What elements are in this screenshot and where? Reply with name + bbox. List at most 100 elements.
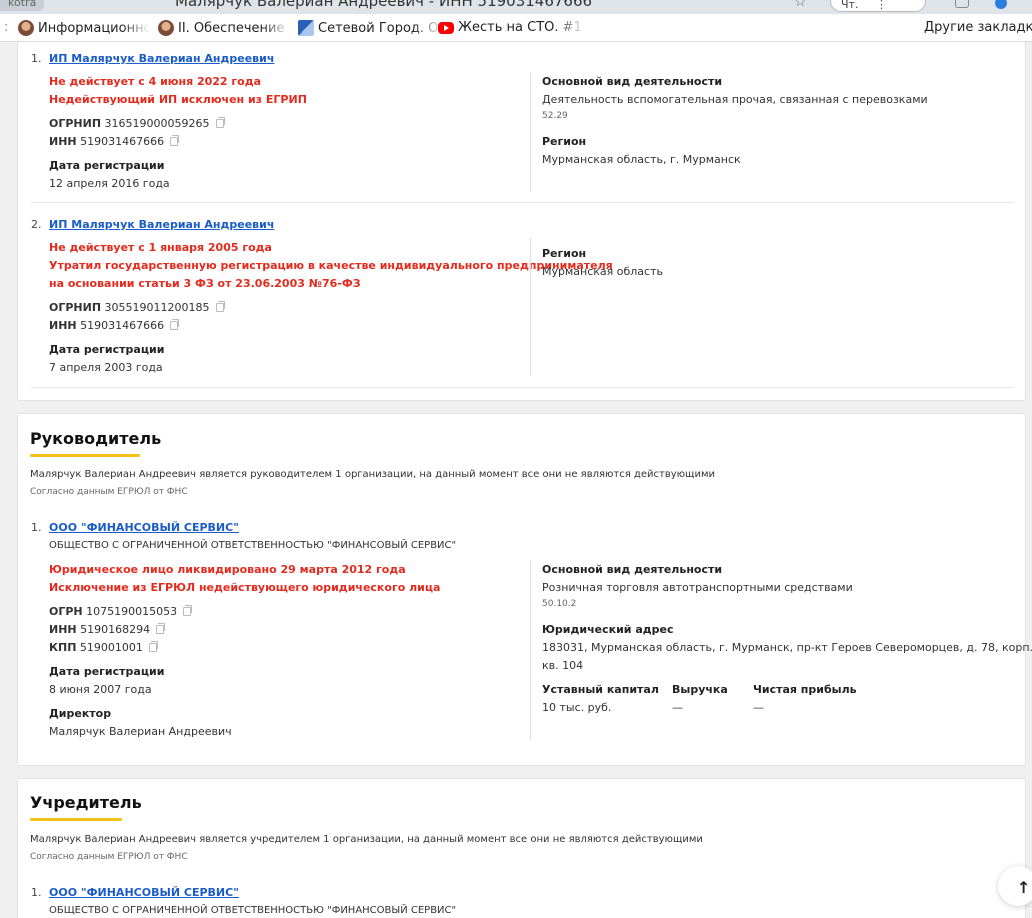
activity-value: Деятельность вспомогательная прочая, свя… [542,93,928,106]
copy-icon[interactable] [156,623,166,634]
bookmark-item-1[interactable]: Информационно [18,20,150,36]
ip-name-link[interactable]: ИП Малярчук Валериан Андреевич [49,52,274,65]
manager-card: Руководитель Малярчук Валериан Андреевич… [17,413,1032,766]
capital-label: Уставный капитал [542,683,659,696]
data-source: Согласно данным ЕГРЮЛ от ФНС [30,852,188,862]
ogrnip-label: ОГРНИП [49,301,102,314]
list-number: 1. [31,52,42,65]
founder-card: Учредитель Малярчук Валериан Андреевич я… [17,778,1026,918]
copy-icon[interactable] [170,135,180,146]
region-label: Регион [542,135,587,148]
bookmarks-bar: : Информационно II. Обеспечение ж Сетево… [0,14,1032,42]
profit-value: — [753,701,764,714]
inn-label: ИНН [49,135,77,148]
column-divider [530,72,531,192]
status-reason: Исключение из ЕГРЮЛ недействующего юриди… [49,581,441,594]
status-text: Юридическое лицо ликвидировано 29 марта … [49,563,406,576]
section-heading-founder: Учредитель [30,793,142,812]
browser-menu-pill[interactable]: Чт. ⋮ [830,0,926,12]
reg-date-label: Дата регистрации [49,665,165,678]
reg-date-value: 7 апреля 2003 года [49,361,163,374]
copy-icon[interactable] [170,319,180,330]
arrow-up-icon: ↑ [1017,878,1031,897]
copy-icon[interactable] [215,117,225,128]
director-value: Малярчук Валериан Андреевич [49,725,232,738]
scroll-to-top-button[interactable]: ↑ [998,866,1032,906]
copy-icon[interactable] [183,605,193,616]
bookmark-item-4[interactable]: Жесть на СТО. #1 [438,20,586,35]
profile-badge-icon[interactable] [995,0,1007,9]
list-number: 2. [31,218,42,231]
other-bookmarks[interactable]: Другие закладки [924,20,1032,35]
heading-underline [30,818,122,821]
sgo-icon [298,20,314,36]
data-source: Согласно данным ЕГРЮЛ от ФНС [30,487,188,497]
entry-divider [31,202,1014,203]
activity-value: Розничная торговля автотранспортными сре… [542,581,853,594]
entry-divider [31,387,1014,388]
bookmark-label: II. Обеспечение ж [178,20,290,36]
kpp-row: КПП 519001001 [49,641,158,654]
profit-label: Чистая прибыль [753,683,857,696]
bookmarks-overflow-icon[interactable]: : [4,20,8,35]
column-divider [530,238,531,376]
status-text: Не действует с 1 января 2005 года [49,241,272,254]
status-reason: Недействующий ИП исключен из ЕГРИП [49,93,307,106]
inn-label: ИНН [49,623,77,636]
bookmark-item-2[interactable]: II. Обеспечение ж [158,20,290,36]
ip-name-link[interactable]: ИП Малярчук Валериан Андреевич [49,218,274,231]
inn-value: 519031467666 [80,135,165,148]
address-line-1: 183031, Мурманская область, г. Мурманск,… [542,641,1032,654]
ip-list-card: 1. ИП Малярчук Валериан Андреевич Не дей… [17,42,1026,401]
ogrnip-value: 316519000059265 [104,117,210,130]
org-name-link[interactable]: ООО "ФИНАНСОВЫЙ СЕРВИС" [49,521,239,534]
founder-summary: Малярчук Валериан Андреевич является учр… [30,834,703,845]
capital-value: 10 тыс. руб. [542,701,612,714]
ogrnip-value: 305519011200185 [104,301,210,314]
menu-dots-icon: ⋮ [875,0,887,11]
inn-value: 5190168294 [80,623,151,636]
ogrn-row: ОГРН 1075190015053 [49,605,193,618]
youtube-icon [438,21,454,34]
activity-label: Основной вид деятельности [542,563,723,576]
address-label: Юридический адрес [542,623,674,636]
copy-icon[interactable] [148,641,158,652]
ogrnip-row: ОГРНИП 305519011200185 [49,301,225,314]
inn-value: 519031467666 [80,319,165,332]
status-text: Не действует с 4 июня 2022 года [49,75,262,88]
address-line-2: кв. 104 [542,659,584,672]
status-reason: на основании статьи 3 ФЗ от 23.06.2003 №… [49,277,361,290]
inn-row: ИНН 519031467666 [49,319,180,332]
kpp-label: КПП [49,641,77,654]
list-number: 1. [31,886,42,899]
copy-icon[interactable] [215,301,225,312]
org-full-name: ОБЩЕСТВО С ОГРАНИЧЕННОЙ ОТВЕТСТВЕННОСТЬЮ… [49,540,457,551]
org-name-link[interactable]: ООО "ФИНАНСОВЫЙ СЕРВИС" [49,886,239,899]
browser-tab-title: Малярчук Валериан Андреевич - ИНН 519031… [175,0,593,10]
region-value: Мурманская область [542,265,663,278]
section-heading-manager: Руководитель [30,429,162,448]
region-value: Мурманская область, г. Мурманск [542,153,741,166]
ogrn-label: ОГРН [49,605,83,618]
revenue-label: Выручка [672,683,728,696]
region-label: Регион [542,247,587,260]
reg-date-label: Дата регистрации [49,343,165,356]
bookmark-label: Информационно [38,20,150,36]
inn-label: ИНН [49,319,77,332]
avatar-icon [158,20,174,36]
reg-date-value: 8 июня 2007 года [49,683,152,696]
revenue-value: — [672,701,683,714]
ogrn-value: 1075190015053 [86,605,178,618]
ogrnip-row: ОГРНИП 316519000059265 [49,117,225,130]
list-number: 1. [31,521,42,534]
heading-underline [30,454,140,457]
browser-tab-inactive[interactable]: kotra [0,0,45,11]
activity-code: 52.29 [542,111,568,121]
browser-tab-strip: kotra Малярчук Валериан Андреевич - ИНН … [0,0,1032,14]
bookmark-label: Жесть на СТО. #1 [458,20,582,35]
activity-label: Основной вид деятельности [542,75,723,88]
downloads-icon[interactable] [955,0,969,8]
bookmark-star-icon[interactable]: ☆ [794,0,807,10]
bookmark-item-3[interactable]: Сетевой Город. О [298,20,444,36]
manager-summary: Малярчук Валериан Андреевич является рук… [30,469,716,480]
